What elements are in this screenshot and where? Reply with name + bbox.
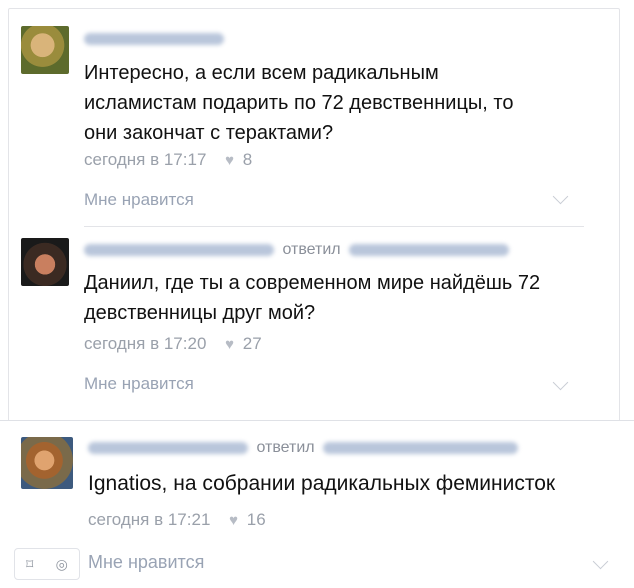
like-count: 27 <box>242 334 262 353</box>
comment-author[interactable] <box>84 30 224 48</box>
comment-text: Ignatios, на собрании радикальных фемини… <box>88 472 556 495</box>
blurred-author-name <box>84 243 274 256</box>
like-count: 8 <box>242 150 253 169</box>
comment-text: Даниил, где ты а современном мире найдёш… <box>84 272 541 324</box>
comment-author[interactable]: ответил <box>88 439 519 457</box>
camera-icon[interactable]: ◎ <box>56 556 68 573</box>
blurred-author-name <box>88 441 248 454</box>
like-button[interactable]: Мне нравится <box>84 190 194 210</box>
divider <box>84 226 584 227</box>
comment-meta: сегодня в 17:17 ♥ 8 <box>84 150 252 170</box>
comment-timestamp[interactable]: сегодня в 17:20 <box>84 334 206 353</box>
comment-author[interactable]: ответил <box>84 241 510 259</box>
like-button[interactable]: Мне нравится <box>84 374 194 394</box>
comment-timestamp[interactable]: сегодня в 17:21 <box>88 510 210 529</box>
comment-timestamp[interactable]: сегодня в 17:17 <box>84 150 206 169</box>
like-button[interactable]: Мне нравится <box>88 552 204 573</box>
avatar[interactable] <box>21 26 69 74</box>
image-tools: ⌑ ◎ <box>14 548 80 580</box>
reply-label: ответил <box>282 241 341 258</box>
blurred-reply-target <box>323 441 519 454</box>
comment-meta: сегодня в 17:20 ♥ 27 <box>84 334 262 354</box>
comment-text: Интересно, а если всем радикальным ислам… <box>84 62 514 144</box>
comment-meta: сегодня в 17:21 ♥ 16 <box>88 510 266 530</box>
heart-icon[interactable]: ♥ <box>225 152 234 169</box>
blurred-reply-target <box>349 243 510 256</box>
heart-icon[interactable]: ♥ <box>229 512 238 529</box>
blurred-author-name <box>84 32 224 45</box>
like-count: 16 <box>246 510 266 529</box>
avatar[interactable] <box>21 238 69 286</box>
avatar[interactable] <box>21 437 73 489</box>
reply-label: ответил <box>256 439 315 456</box>
heart-icon[interactable]: ♥ <box>225 336 234 353</box>
bookmark-icon[interactable]: ⌑ <box>26 556 33 573</box>
